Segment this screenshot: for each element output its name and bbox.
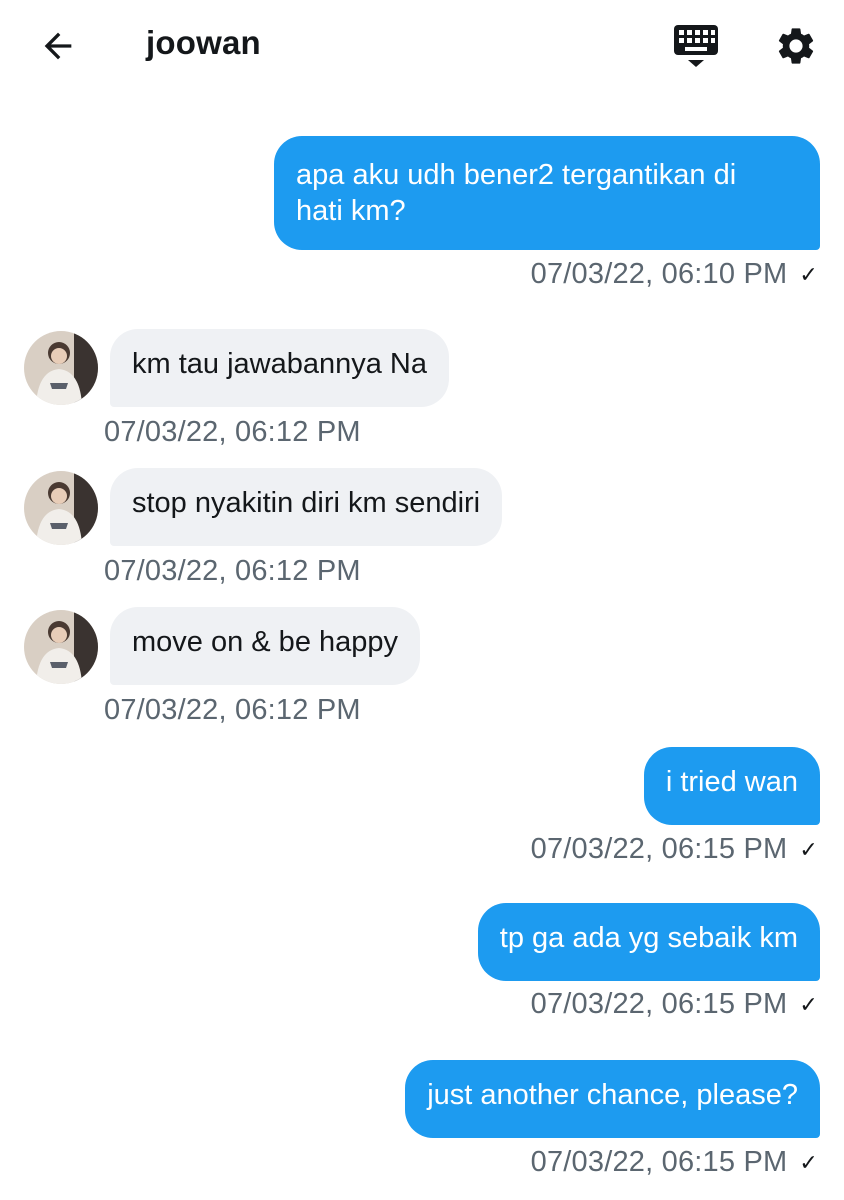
- outgoing-message-bubble[interactable]: just another chance, please?: [405, 1060, 820, 1138]
- sent-check-icon: ✓: [799, 262, 818, 288]
- gear-icon: [778, 28, 814, 64]
- sent-check-icon: ✓: [799, 837, 818, 863]
- keyboard-icon: [674, 25, 718, 67]
- outgoing-message-bubble[interactable]: i tried wan: [643, 747, 820, 825]
- timestamp-text: 07/03/22, 06:10 PM: [530, 258, 788, 290]
- message-timestamp: 07/03/22, 06:15 PM ✓: [531, 1146, 818, 1179]
- incoming-message-bubble[interactable]: km tau jawabannya Na: [110, 329, 449, 407]
- timestamp-text: 07/03/22, 06:12 PM: [104, 416, 361, 448]
- message-text: km tau jawabannya Na: [132, 348, 427, 380]
- conversation-header: joowan: [0, 0, 844, 92]
- outgoing-message-bubble[interactable]: tp ga ada yg sebaik km: [477, 903, 820, 981]
- keyboard-button[interactable]: [668, 20, 724, 72]
- message-timestamp: 07/03/22, 06:10 PM ✓: [531, 258, 818, 291]
- message-text: i tried wan: [665, 766, 798, 798]
- timestamp-text: 07/03/22, 06:12 PM: [104, 555, 361, 587]
- back-button[interactable]: [30, 22, 86, 70]
- avatar[interactable]: [24, 331, 98, 405]
- message-text: just another chance, please?: [427, 1079, 798, 1111]
- timestamp-text: 07/03/22, 06:15 PM: [530, 1146, 788, 1178]
- message-timestamp: 07/03/22, 06:15 PM ✓: [531, 833, 818, 866]
- outgoing-message-bubble[interactable]: apa aku udh bener2 tergantikan di hati k…: [274, 136, 820, 250]
- message-timestamp: 07/03/22, 06:12 PM: [104, 416, 361, 449]
- avatar-photo-icon: [24, 610, 98, 684]
- message-timestamp: 07/03/22, 06:12 PM: [104, 694, 361, 727]
- message-text: stop nyakitin diri km sendiri: [132, 487, 481, 519]
- message-text-line: hati km?: [296, 195, 406, 227]
- conversation-title[interactable]: joowan: [146, 24, 261, 62]
- dm-conversation-screen: joowan apa aku udh bener2 tergantikan di…: [0, 0, 844, 1200]
- message-text: move on & be happy: [132, 626, 399, 658]
- message-timestamp: 07/03/22, 06:12 PM: [104, 555, 361, 588]
- timestamp-text: 07/03/22, 06:15 PM: [530, 833, 788, 865]
- timestamp-text: 07/03/22, 06:15 PM: [530, 988, 788, 1020]
- avatar[interactable]: [24, 610, 98, 684]
- incoming-message-bubble[interactable]: stop nyakitin diri km sendiri: [110, 468, 503, 546]
- incoming-message-bubble[interactable]: move on & be happy: [110, 607, 421, 685]
- message-text-line: apa aku udh bener2 tergantikan di: [296, 159, 737, 191]
- message-text: tp ga ada yg sebaik km: [499, 922, 798, 954]
- sent-check-icon: ✓: [799, 992, 818, 1018]
- timestamp-text: 07/03/22, 06:12 PM: [104, 694, 361, 726]
- arrow-left-icon: [44, 32, 72, 60]
- settings-button[interactable]: [768, 20, 824, 72]
- avatar-photo-icon: [24, 471, 98, 545]
- sent-check-icon: ✓: [799, 1150, 818, 1176]
- avatar[interactable]: [24, 471, 98, 545]
- avatar-photo-icon: [24, 331, 98, 405]
- message-timestamp: 07/03/22, 06:15 PM ✓: [531, 988, 818, 1021]
